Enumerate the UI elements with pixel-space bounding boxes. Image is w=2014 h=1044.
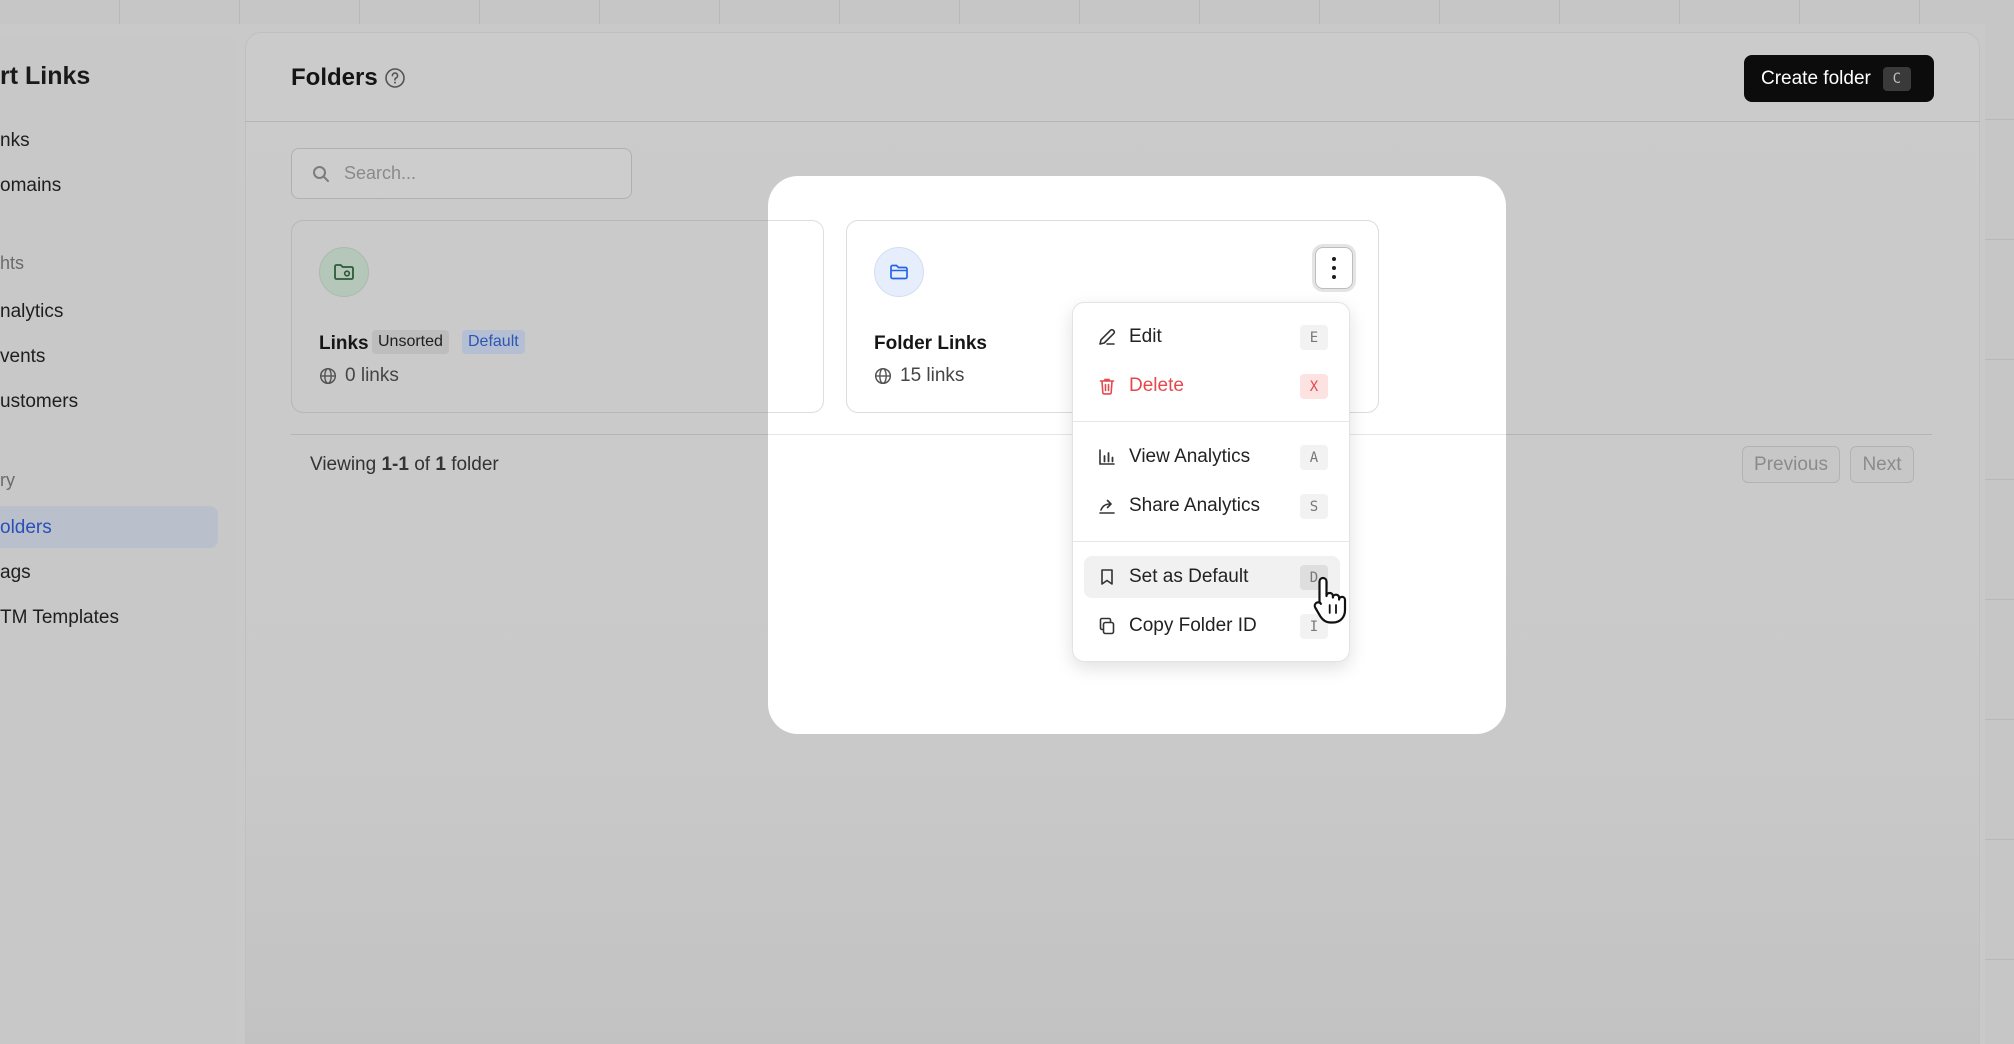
folder-icon-circle (874, 247, 924, 297)
menu-item-label: Share Analytics (1129, 495, 1260, 516)
folder-more-button[interactable] (1315, 247, 1353, 289)
menu-separator (1073, 541, 1349, 542)
folder-card-links[interactable]: Links Unsorted Default 0 links (291, 220, 824, 413)
menu-item-label: Delete (1129, 375, 1184, 396)
trash-icon (1097, 376, 1117, 396)
sidebar-item-links[interactable]: nks (0, 130, 30, 152)
menu-item-view-analytics[interactable]: View Analytics A (1084, 436, 1340, 478)
sidebar-section-insights: hts (0, 253, 25, 273)
menu-item-delete[interactable]: Delete X (1084, 365, 1340, 407)
shortcut-key: E (1300, 325, 1328, 350)
background-grid-edge (1985, 0, 2014, 1044)
pencil-icon (1097, 327, 1117, 347)
bookmark-icon (1097, 567, 1117, 587)
default-badge: Default (462, 330, 525, 354)
sidebar-item-analytics[interactable]: nalytics (0, 301, 63, 323)
link-count-text: 15 links (900, 365, 965, 386)
menu-item-set-default[interactable]: Set as Default D (1084, 556, 1340, 598)
menu-separator (1073, 421, 1349, 422)
background-grid (0, 0, 2014, 24)
pagination-summary: Viewing 1-1 of 1 folder (310, 454, 499, 475)
folder-link-icon (334, 264, 354, 280)
menu-item-label: Edit (1129, 326, 1162, 347)
menu-item-label: View Analytics (1129, 446, 1251, 467)
menu-item-copy-folder-id[interactable]: Copy Folder ID I (1084, 605, 1340, 647)
app-brand: rt Links (0, 62, 91, 90)
menu-item-edit[interactable]: Edit E (1084, 316, 1340, 358)
unsorted-badge: Unsorted (372, 330, 449, 354)
folder-name: Folder Links (874, 333, 987, 354)
shortcut-key: S (1300, 494, 1328, 519)
sidebar-item-utm-templates[interactable]: TM Templates (0, 607, 119, 629)
sidebar-item-domains[interactable]: omains (0, 175, 61, 197)
search-box[interactable]: Search... (291, 148, 632, 199)
folder-actions-menu: Edit E Delete X View Analytics A Share A… (1072, 302, 1350, 662)
hand-cursor-icon (1313, 576, 1347, 624)
create-folder-shortcut: C (1882, 66, 1911, 91)
menu-item-label: Set as Default (1129, 566, 1249, 587)
folder-name: Links (319, 333, 369, 354)
page-title: Folders (291, 64, 378, 91)
search-input[interactable]: Search... (344, 163, 416, 184)
search-icon (313, 165, 329, 182)
share-icon (1097, 496, 1117, 516)
sidebar-item-events[interactable]: vents (0, 346, 45, 368)
folder-icon (890, 264, 908, 280)
folder-icon-circle (319, 247, 369, 297)
help-icon[interactable] (384, 67, 406, 89)
globe-icon (874, 367, 892, 385)
sidebar-item-customers[interactable]: ustomers (0, 391, 78, 413)
more-vertical-icon (1331, 257, 1337, 279)
menu-item-label: Copy Folder ID (1129, 615, 1257, 636)
previous-button[interactable]: Previous (1742, 446, 1840, 483)
next-button[interactable]: Next (1850, 446, 1914, 483)
globe-icon (319, 367, 337, 385)
create-folder-label: Create folder (1761, 67, 1871, 89)
menu-item-share-analytics[interactable]: Share Analytics S (1084, 485, 1340, 527)
header-divider (245, 121, 1980, 122)
sidebar-section-library: ry (0, 470, 15, 490)
folder-link-count: 0 links (319, 365, 399, 387)
link-count-text: 0 links (345, 365, 399, 386)
sidebar-item-tags[interactable]: ags (0, 562, 31, 584)
bar-chart-icon (1097, 447, 1117, 467)
folder-link-count: 15 links (874, 365, 964, 387)
shortcut-key: A (1300, 445, 1328, 470)
shortcut-key: X (1300, 374, 1328, 399)
sidebar-item-folders[interactable]: olders (0, 517, 52, 539)
copy-icon (1097, 616, 1117, 636)
folder-card-links-edge (768, 220, 824, 413)
create-folder-button[interactable]: Create folder C (1744, 55, 1934, 102)
